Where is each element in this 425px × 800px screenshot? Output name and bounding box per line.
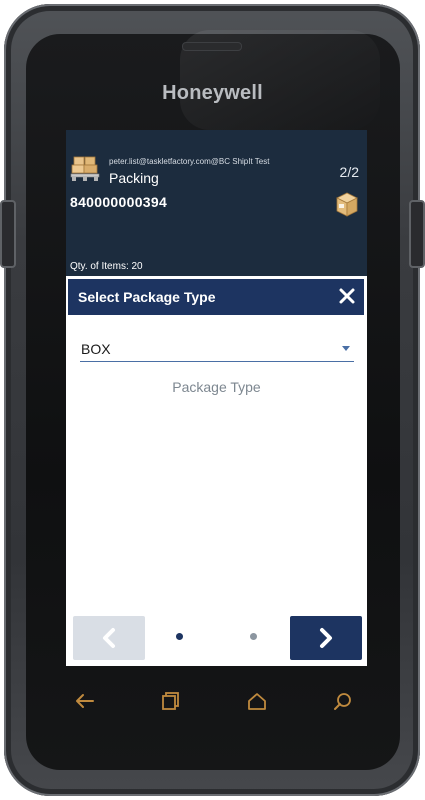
close-icon[interactable]: [338, 287, 356, 305]
dialog-title-bar: Select Package Type: [68, 279, 364, 315]
next-button[interactable]: [290, 616, 362, 660]
step-dot-active: [176, 633, 183, 640]
package-type-value: BOX: [81, 341, 111, 357]
chevron-left-icon: [103, 628, 115, 648]
dialog-title: Select Package Type: [78, 289, 216, 305]
app-header: peter.list@taskletfactory.com@BC ShipIt …: [66, 130, 367, 276]
app-screen: peter.list@taskletfactory.com@BC ShipIt …: [66, 130, 367, 666]
back-icon[interactable]: [74, 690, 96, 712]
package-type-label: Package Type: [172, 379, 261, 395]
items-quantity: Qty. of Items: 20: [70, 261, 143, 272]
search-icon[interactable]: [332, 690, 354, 712]
previous-button[interactable]: [73, 616, 145, 660]
user-info: peter.list@taskletfactory.com@BC ShipIt …: [109, 157, 270, 166]
package-type-select[interactable]: BOX: [80, 337, 354, 362]
step-dot: [250, 633, 257, 640]
chevron-down-icon: [342, 346, 350, 351]
pallet-icon: [70, 156, 100, 181]
device-brand: Honeywell: [162, 82, 263, 104]
page-title: Packing: [109, 170, 159, 186]
side-scan-button-left[interactable]: [0, 200, 16, 268]
page-indicator: 2/2: [339, 164, 359, 180]
side-scan-button-right[interactable]: [409, 200, 425, 268]
order-number: 840000000394: [70, 194, 168, 210]
chevron-right-icon: [320, 628, 332, 648]
recent-apps-icon[interactable]: [160, 690, 182, 712]
home-icon[interactable]: [246, 690, 268, 712]
box-icon[interactable]: [335, 190, 359, 218]
speaker-grille: [182, 42, 242, 51]
